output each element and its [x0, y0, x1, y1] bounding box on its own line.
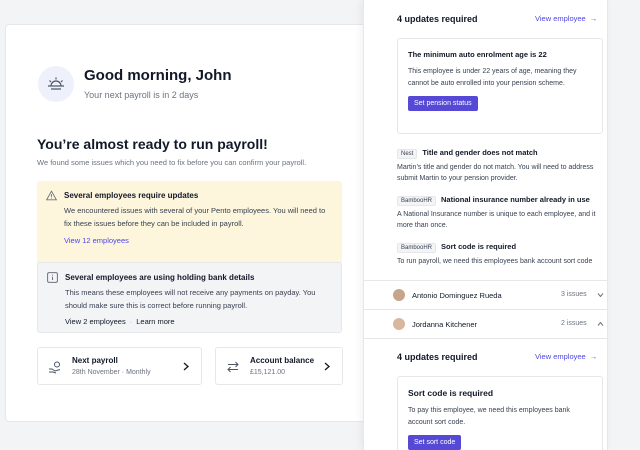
issue-sort-code: BambooHR Sort code is required To run pay… — [397, 242, 607, 267]
alert-body: We encountered issues with several of yo… — [64, 206, 326, 228]
tile-title: Account balance — [250, 356, 315, 365]
employee-name: Antonio Dominguez Rueda — [412, 291, 502, 300]
sunrise-icon — [38, 66, 74, 102]
tile-subtitle: £15,121.00 — [250, 369, 286, 376]
divider — [364, 338, 607, 339]
alert-title: Several employees are using holding bank… — [65, 273, 255, 282]
issue-ni-number: BambooHR National insurance number alread… — [397, 195, 607, 231]
issue-count: 2 issues — [561, 320, 587, 327]
employee-name: Jordanna Kitchener — [412, 320, 478, 329]
tile-subtitle: 28th November · Monthly — [72, 369, 151, 376]
greeting-title: Good morning, John — [84, 67, 232, 84]
tile-title: Next payroll — [72, 356, 118, 365]
avatar — [393, 289, 405, 301]
view-employee-label: View employee — [535, 352, 586, 361]
card-body: To pay this employee, we need this emplo… — [408, 407, 570, 426]
view-2-employees-link[interactable]: View 2 employees — [65, 317, 126, 326]
chevron-right-icon — [324, 362, 330, 371]
alert-links: View 2 employees · Learn more — [65, 317, 329, 326]
alert-title: Several employees require updates — [64, 191, 199, 200]
source-tag: BambooHR — [397, 196, 437, 206]
ready-subtitle: We found some issues which you need to f… — [37, 158, 307, 167]
issue-count: 3 issues — [561, 291, 587, 298]
card-title: Sort code is required — [408, 388, 494, 398]
issue-title: National insurance number already in use — [441, 195, 590, 204]
issue-title: Sort code is required — [441, 242, 517, 251]
issue-title: Title and gender does not match — [422, 148, 538, 157]
source-tag: BambooHR — [397, 243, 437, 253]
avatar — [393, 318, 405, 330]
dashboard-card: Good morning, John Your next payroll is … — [5, 24, 393, 422]
issue-title-gender: Nest Title and gender does not match Mart… — [397, 148, 607, 184]
chevron-down-icon — [597, 293, 604, 298]
set-sort-code-button[interactable]: Set sort code — [408, 435, 462, 450]
arrow-right-icon: → — [589, 14, 598, 23]
next-payroll-tile[interactable]: Next payroll 28th November · Monthly — [37, 347, 202, 385]
next-payroll-note: Your next payroll is in 2 days — [84, 90, 199, 100]
card-body: This employee is under 22 years of age, … — [408, 68, 577, 87]
separator-dot: · — [129, 317, 133, 326]
view-employee-link[interactable]: View employee → — [535, 14, 597, 23]
employee-updates-panel: 4 updates required View employee → The mi… — [363, 0, 608, 450]
updates-heading: 4 updates required — [397, 352, 478, 362]
employee-row-antonio[interactable]: Antonio Dominguez Rueda 3 issues — [364, 280, 607, 309]
issue-body: Martin’s title and gender do not match. … — [397, 164, 594, 171]
auto-enrolment-card: The minimum auto enrolment age is 22 Thi… — [397, 38, 603, 134]
warning-icon — [46, 190, 57, 201]
arrow-right-icon: → — [589, 352, 598, 361]
learn-more-link[interactable]: Learn more — [136, 317, 174, 326]
source-tag: Nest — [397, 149, 418, 159]
employee-row-jordanna[interactable]: Jordanna Kitchener 2 issues — [364, 309, 607, 338]
card-title: The minimum auto enrolment age is 22 — [408, 50, 547, 59]
info-icon — [47, 272, 58, 283]
alert-body: This means these employees will not rece… — [65, 288, 316, 310]
issue-body-line2: submit Martin to your pension provider. — [397, 175, 518, 182]
transfer-arrows-icon — [227, 361, 239, 373]
view-employee-link[interactable]: View employee → — [535, 352, 597, 361]
sort-code-card: Sort code is required To pay this employ… — [397, 376, 603, 450]
issue-body: A National Insurance number is unique to… — [397, 211, 596, 218]
holding-bank-alert: Several employees are using holding bank… — [37, 262, 342, 333]
view-employee-label: View employee — [535, 14, 586, 23]
issue-body-line2: more than once. — [397, 222, 448, 229]
account-balance-tile[interactable]: Account balance £15,121.00 — [215, 347, 343, 385]
payroll-hand-icon — [49, 361, 61, 374]
updates-heading: 4 updates required — [397, 14, 478, 24]
chevron-up-icon — [597, 321, 604, 326]
set-pension-status-button[interactable]: Set pension status — [408, 96, 478, 111]
view-employees-link[interactable]: View 12 employees — [64, 236, 129, 245]
issue-body: To run payroll, we need this employees b… — [397, 258, 593, 265]
chevron-right-icon — [183, 362, 189, 371]
ready-title: You’re almost ready to run payroll! — [37, 136, 268, 152]
